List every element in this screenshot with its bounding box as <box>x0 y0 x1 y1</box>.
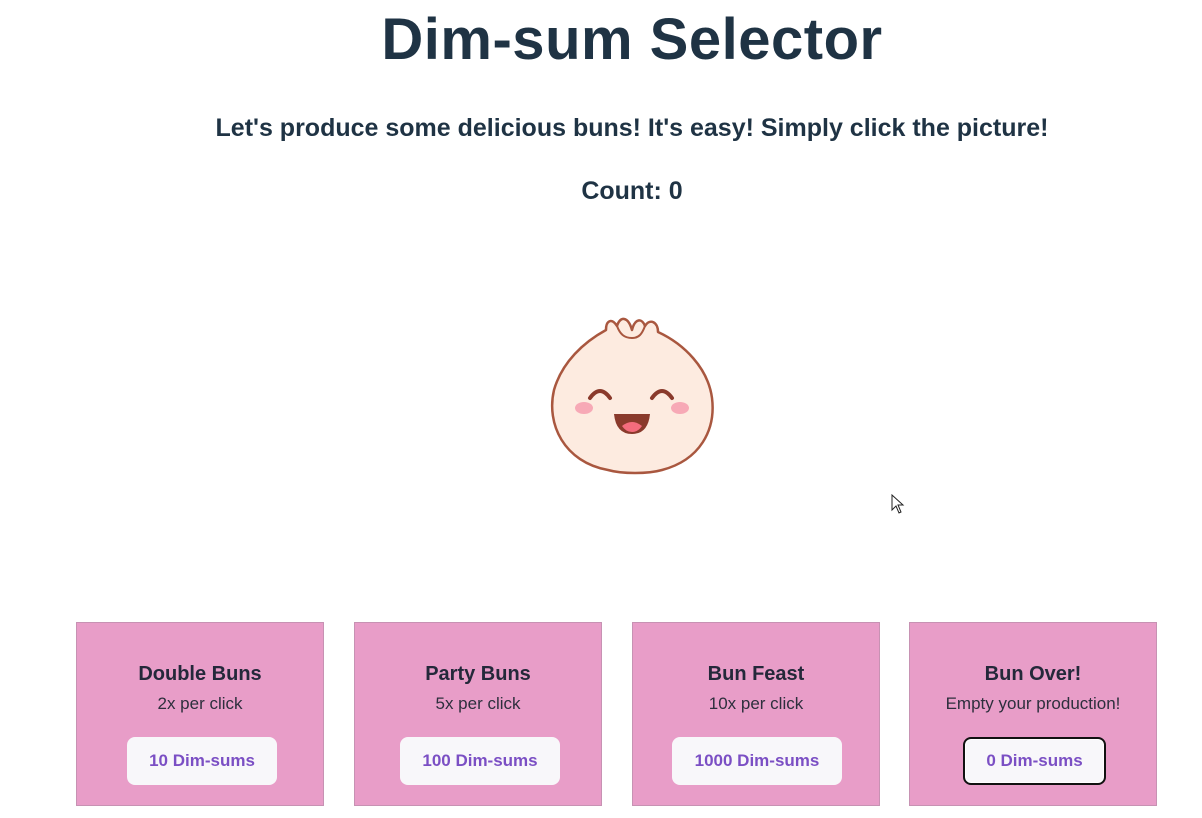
dimsum-bun-icon <box>550 317 714 475</box>
upgrade-description: Empty your production! <box>945 694 1121 713</box>
upgrade-title: Party Buns <box>425 663 531 685</box>
page: Dim-sum Selector Let's produce some deli… <box>0 0 1202 818</box>
mouse-cursor-icon <box>891 494 905 514</box>
upgrade-description: 2x per click <box>157 694 243 713</box>
dimsum-bun-button[interactable] <box>544 312 720 482</box>
buy-bun-feast-button[interactable]: 1000 Dim-sums <box>672 737 842 785</box>
upgrade-description: 10x per click <box>708 694 804 713</box>
upgrade-title: Bun Over! <box>984 663 1082 685</box>
buy-double-buns-button[interactable]: 10 Dim-sums <box>127 737 277 785</box>
bun-over-reset-button[interactable]: 0 Dim-sums <box>963 737 1106 785</box>
upgrade-card-bun-feast: Bun Feast 10x per click 1000 Dim-sums <box>632 622 880 806</box>
upgrade-card-party-buns: Party Buns 5x per click 100 Dim-sums <box>354 622 602 806</box>
page-subtitle: Let's produce some delicious buns! It's … <box>215 114 1049 142</box>
buy-party-buns-button[interactable]: 100 Dim-sums <box>400 737 560 785</box>
page-title: Dim-sum Selector <box>381 7 883 72</box>
count-display: Count: 0 <box>581 177 683 205</box>
upgrade-title: Double Buns <box>138 663 262 685</box>
upgrade-card-bun-over: Bun Over! Empty your production! 0 Dim-s… <box>909 622 1157 806</box>
upgrade-card-double-buns: Double Buns 2x per click 10 Dim-sums <box>76 622 324 806</box>
upgrade-title: Bun Feast <box>707 663 805 685</box>
upgrade-description: 5x per click <box>435 694 521 713</box>
